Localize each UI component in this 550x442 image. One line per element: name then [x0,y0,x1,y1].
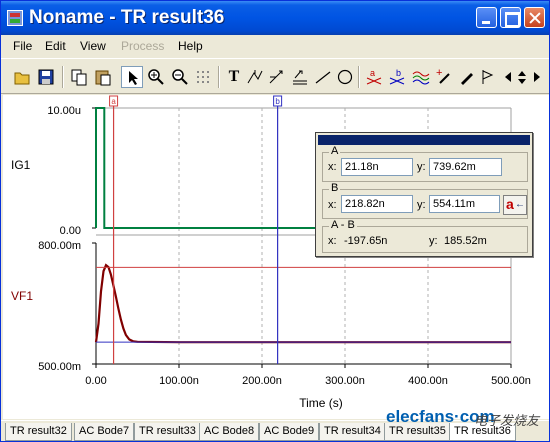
cursor-diff-x-label: x: [328,235,337,247]
cursor-swap-button[interactable]: a [503,195,527,215]
svg-text:b: b [396,68,401,78]
tab-tr-result33[interactable]: TR result33 [134,423,201,441]
menu-edit-label: Edit [45,39,66,53]
x-tick-label: 300.00n [325,375,365,387]
curves-icon[interactable] [410,66,432,88]
measure-icon[interactable] [244,66,266,88]
zoom-in-icon[interactable] [145,66,167,88]
arrow-updown-icon[interactable] [514,66,528,88]
pen-icon[interactable] [456,66,478,88]
menu-help-label: Help [178,39,203,53]
menu-view[interactable]: View [80,39,106,53]
menu-bar: File Edit View Process Help [1,35,549,57]
cursor-b-y-label: y: [417,199,426,211]
maximize-button[interactable] [500,7,521,28]
cursor-b-y-field[interactable]: 554.11m [429,195,500,213]
x-tick-label: 200.00n [242,375,282,387]
marker-icon[interactable]: + [433,66,455,88]
pointer-icon[interactable] [121,66,143,88]
toolbar-separator [358,66,360,88]
x-tick-label: 500.00n [491,375,531,387]
cursor-readout-panel[interactable]: A x: 21.18n y: 739.62m B x: 218.82n y: 5… [315,132,533,257]
x-tick-label: 100.00n [159,375,199,387]
title-bar[interactable]: Noname - TR result36 [1,1,549,35]
cursor-b-icon[interactable]: b [386,66,408,88]
vf1-panel-label: VF1 [11,289,33,303]
cursor-panel-titlebar[interactable] [318,135,530,145]
open-icon[interactable] [11,66,33,88]
menu-process-label: Process [121,39,165,53]
menu-file[interactable]: File [13,39,32,53]
cursor-a-y-label: y: [417,161,426,173]
tab-ac-bode9[interactable]: AC Bode9 [259,423,320,441]
hline-icon[interactable] [289,66,311,88]
close-button[interactable] [524,7,545,28]
trace-vf1 [94,263,511,344]
cursor-b-group-label: B [329,182,341,194]
watermark-cn: 电子发烧友 [474,413,540,428]
cursor-a-icon[interactable]: a [363,66,385,88]
text-icon[interactable]: T [223,66,245,88]
cursor-diff-x-value: -197.65n [344,235,388,247]
slope-icon[interactable] [266,66,288,88]
app-icon[interactable] [7,10,23,26]
window-title: Noname - TR result36 [29,7,225,28]
main-window: Noname - TR result36 File Edit View Proc… [0,0,550,442]
menu-help[interactable]: Help [178,39,203,53]
y-tick-lower-top: 800.00m [38,240,81,252]
cursor-b-x-label: x: [328,199,337,211]
menu-file-label: File [13,39,33,53]
tab-ac-bode7[interactable]: AC Bode7 [74,423,135,441]
svg-text:+: + [436,68,442,79]
svg-text:a: a [370,68,375,78]
menu-process[interactable]: Process [121,39,164,53]
cursor-a-group-label: A [329,145,341,157]
x-tick-label: 0.00 [85,375,106,387]
y-tick-upper-top: 10.00u [47,105,81,117]
cursor-diff-group-label: A - B [329,219,357,231]
y-tick-upper-bottom: 0.00 [60,225,81,237]
ellipse-icon[interactable] [334,66,356,88]
cursor-b-label: b [275,97,280,106]
cursor-diff-y-label: y: [429,235,438,247]
x-axis-label: Time (s) [299,396,343,410]
tab-tr-result32[interactable]: TR result32 [5,423,72,441]
tab-tr-result34[interactable]: TR result34 [319,423,386,441]
ig1-panel-label: IG1 [11,158,31,172]
toolbar-separator [62,66,64,88]
zoom-out-icon[interactable] [169,66,191,88]
menu-view-label: View [80,39,106,53]
cursor-a-x-field[interactable]: 21.18n [341,158,413,176]
cursor-a-label: a [111,97,116,106]
tab-ac-bode8[interactable]: AC Bode8 [199,423,260,441]
arrow-right-icon[interactable] [529,66,543,88]
grid-icon[interactable] [193,66,215,88]
paste-icon[interactable] [92,66,114,88]
y-tick-lower-bottom: 500.00m [38,361,81,373]
cursor-a-x-label: x: [328,161,337,173]
arrow-left-icon[interactable] [500,66,514,88]
save-icon[interactable] [35,66,57,88]
cursor-diff-y-value: 185.52m [444,235,487,247]
cursor-b-x-field[interactable]: 218.82n [341,195,413,213]
line-icon[interactable] [312,66,334,88]
menu-edit[interactable]: Edit [45,39,66,53]
copy-icon[interactable] [68,66,90,88]
x-tick-label: 400.00n [408,375,448,387]
minimize-button[interactable] [476,7,497,28]
cursor-a-y-field[interactable]: 739.62m [429,158,502,176]
toolbar: T a b + [1,58,549,94]
flag-icon[interactable] [477,66,499,88]
toolbar-separator [218,66,220,88]
